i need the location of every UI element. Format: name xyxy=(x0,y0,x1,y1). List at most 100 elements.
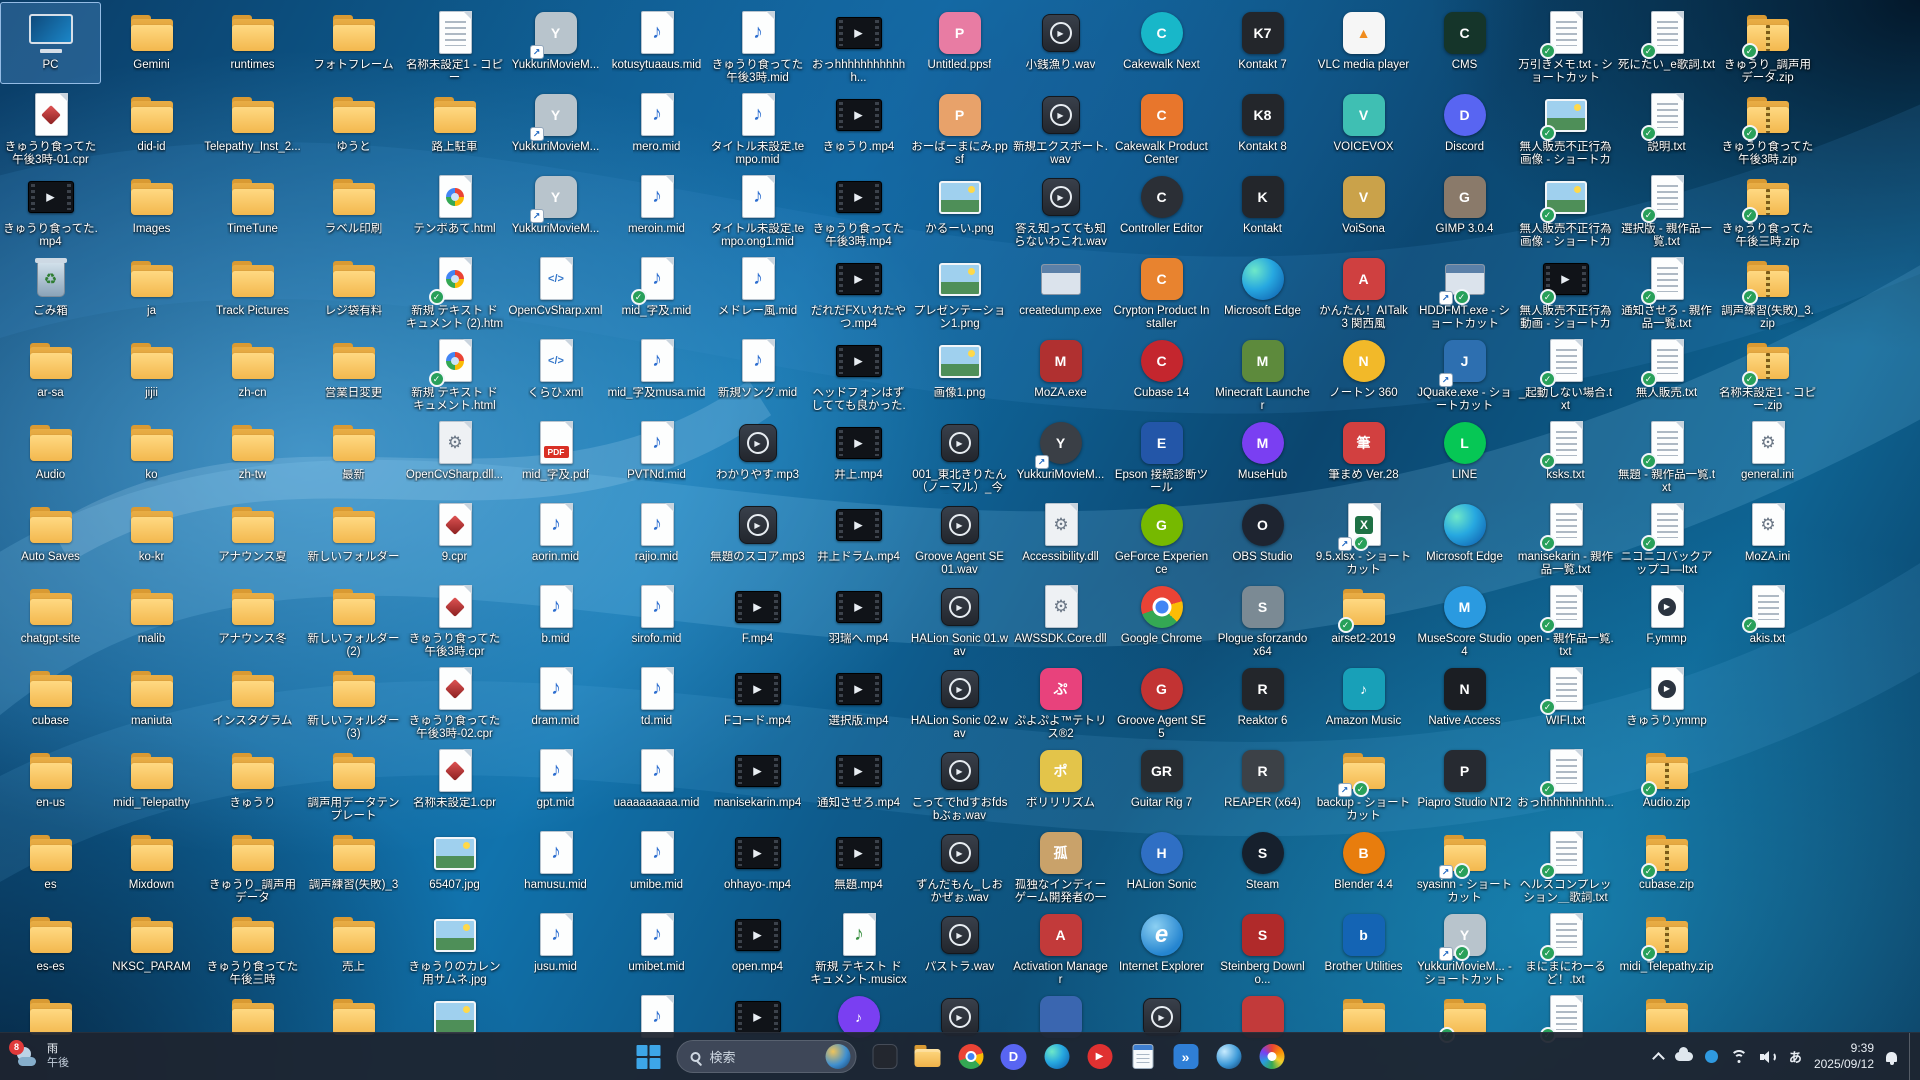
bluetooth-icon[interactable] xyxy=(1704,1050,1718,1063)
desktop-icon[interactable]: ▶ HALion Sonic 01.wav xyxy=(909,576,1010,658)
desktop-icon[interactable]: ✓ ヘルスコンプレッション＿歌詞.txt xyxy=(1515,822,1616,904)
desktop-icon[interactable]: Auto Saves xyxy=(0,494,101,576)
desktop-icon[interactable]: ✓ 新規 テキスト ドキュメント.html xyxy=(404,330,505,412)
desktop-icon[interactable]: P おーばーまにみ.ppsf xyxy=(909,84,1010,166)
desktop-icon[interactable]: Telepathy_Inst_2... xyxy=(202,84,303,166)
search-box[interactable]: 検索 xyxy=(676,1040,857,1073)
desktop-icon[interactable]: S Steinberg Downlo... xyxy=(1212,904,1313,986)
desktop-icon[interactable]: chatgpt-site xyxy=(0,576,101,658)
desktop-icon[interactable]: 9.cpr xyxy=(404,494,505,576)
desktop-icon[interactable]: ぷぷよぷよ™テトリス®2 xyxy=(1010,658,1111,740)
desktop-icon[interactable]: Gemini xyxy=(101,2,202,84)
desktop-icon[interactable]: ♪ 新規ソング.mid xyxy=(707,330,808,412)
desktop-icon[interactable]: ♪ gpt.mid xyxy=(505,740,606,822)
desktop-icon[interactable]: 調声用データテンプレート xyxy=(303,740,404,822)
desktop-icon[interactable]: e Internet Explorer xyxy=(1111,904,1212,986)
desktop-icon[interactable]: runtimes xyxy=(202,2,303,84)
desktop-icon[interactable]: 路上駐車 xyxy=(404,84,505,166)
desktop-icon[interactable]: ♪ PVTNd.mid xyxy=(606,412,707,494)
google-chrome[interactable] xyxy=(951,1037,991,1077)
desktop-icon[interactable]: ↗ ✓ HDDFMT.exe - ショートカット xyxy=(1414,248,1515,330)
desktop-icon[interactable]: ▶ きゅうり食ってた午後3時.mp4 xyxy=(808,166,909,248)
ime-indicator[interactable]: あ xyxy=(1789,1047,1802,1066)
desktop-icon[interactable]: ✓ airset2-2019 xyxy=(1313,576,1414,658)
desktop-icon[interactable]: Microsoft Edge xyxy=(1414,494,1515,576)
desktop-icon[interactable]: ▶ 井上.mp4 xyxy=(808,412,909,494)
desktop-icon[interactable]: フォトフレーム xyxy=(303,2,404,84)
desktop-icon[interactable]: ⚙ MoZA.ini xyxy=(1717,494,1818,576)
desktop-icon[interactable]: Y ↗ YukkuriMovieM... xyxy=(505,166,606,248)
desktop-icon[interactable]: M Minecraft Launcher xyxy=(1212,330,1313,412)
desktop-icon[interactable]: S Steam xyxy=(1212,822,1313,904)
desktop-icon[interactable]: L LINE xyxy=(1414,412,1515,494)
pinned-dark-app[interactable] xyxy=(865,1037,905,1077)
desktop-icon[interactable]: ポポリリリズム xyxy=(1010,740,1111,822)
desktop-icon[interactable]: ▶ 答え知ってても知らないわこれ.wav xyxy=(1010,166,1111,248)
desktop-icon[interactable]: ko xyxy=(101,412,202,494)
desktop-icon[interactable]: A かんたん！AITalk 3 関西風 xyxy=(1313,248,1414,330)
desktop-icon[interactable]: ▶ Fコード.mp4 xyxy=(707,658,808,740)
desktop-icon[interactable]: es-es xyxy=(0,904,101,986)
desktop-icon[interactable]: ✓ open - 親作品一覧.txt xyxy=(1515,576,1616,658)
desktop-icon[interactable]: E Epson 接続診断ツール xyxy=(1111,412,1212,494)
desktop-icon[interactable]: ✓ きゅうり食ってた午後三時.zip xyxy=(1717,166,1818,248)
desktop-icon[interactable]: K Kontakt xyxy=(1212,166,1313,248)
desktop-icon[interactable]: 新しいフォルダー (2) xyxy=(303,576,404,658)
desktop-icon[interactable]: 画像1.png xyxy=(909,330,1010,412)
desktop-icon[interactable]: midi_Telepathy xyxy=(101,740,202,822)
discord[interactable] xyxy=(994,1037,1034,1077)
desktop-icon[interactable]: 売上 xyxy=(303,904,404,986)
desktop-icon[interactable]: ♪ meroin.mid xyxy=(606,166,707,248)
desktop-icon[interactable]: ✓ midi_Telepathy.zip xyxy=(1616,904,1717,986)
desktop-icon[interactable]: ♪ きゅうり食ってた午後3時.mid xyxy=(707,2,808,84)
desktop-icon[interactable]: ♪ umibe.mid xyxy=(606,822,707,904)
desktop-icon[interactable]: ♪ mero.mid xyxy=(606,84,707,166)
desktop-icon[interactable]: ♪ sirofo.mid xyxy=(606,576,707,658)
desktop-icon[interactable]: かるーい.png xyxy=(909,166,1010,248)
desktop-icon[interactable]: インスタグラム xyxy=(202,658,303,740)
desktop-icon[interactable]: ♪ aorin.mid xyxy=(505,494,606,576)
desktop-icon[interactable]: ♪ b.mid xyxy=(505,576,606,658)
desktop-icon[interactable]: </> くらひ.xml xyxy=(505,330,606,412)
desktop-icon[interactable]: ▶ 無題のスコア.mp3 xyxy=(707,494,808,576)
desktop-icon[interactable]: ✓ cubase.zip xyxy=(1616,822,1717,904)
desktop-icon[interactable]: ♪ dram.mid xyxy=(505,658,606,740)
desktop-icon[interactable]: ♪ jusu.mid xyxy=(505,904,606,986)
desktop-icon[interactable]: ▶ 小銭漁り.wav xyxy=(1010,2,1111,84)
desktop-icon[interactable]: ✓ Audio.zip xyxy=(1616,740,1717,822)
media-player[interactable] xyxy=(1080,1037,1120,1077)
desktop-icon[interactable]: ▶ きゅうり食ってた.mp4 xyxy=(0,166,101,248)
file-explorer[interactable] xyxy=(908,1037,948,1077)
desktop-icon[interactable]: きゅうり_調声用データ xyxy=(202,822,303,904)
desktop-icon[interactable]: ▶ ヘッドフォンはずしてても良かった.mp4 xyxy=(808,330,909,412)
desktop-icon[interactable]: ▶ 羽瑞へ.mp4 xyxy=(808,576,909,658)
desktop-icon[interactable]: ▶ ずんだもん_しおかぜぉ.wav xyxy=(909,822,1010,904)
hidden-icons-chevron[interactable] xyxy=(1652,1051,1665,1065)
desktop-icon[interactable]: en-us xyxy=(0,740,101,822)
desktop-icon[interactable]: ▶ F.ymmp xyxy=(1616,576,1717,658)
desktop-icon[interactable]: きゅうり xyxy=(202,740,303,822)
desktop-icon[interactable]: D Discord xyxy=(1414,84,1515,166)
desktop-icon[interactable]: PDF mid_字及.pdf xyxy=(505,412,606,494)
desktop-icon[interactable]: PC xyxy=(0,2,101,84)
desktop-icon[interactable]: S Plogue sforzando x64 xyxy=(1212,576,1313,658)
desktop-icon[interactable]: 新しいフォルダー xyxy=(303,494,404,576)
desktop-icon[interactable]: ✓ ニコニコバックアップコ―Itxt xyxy=(1616,494,1717,576)
desktop-icon[interactable]: ▶ open.mp4 xyxy=(707,904,808,986)
desktop-icon[interactable]: ♪ タイトル未設定.tempo.ong1.mid xyxy=(707,166,808,248)
desktop-icon[interactable]: NKSC_PARAM xyxy=(101,904,202,986)
notepad[interactable] xyxy=(1123,1037,1163,1077)
desktop-icon[interactable]: きゅうり食ってた午後3時-01.cpr xyxy=(0,84,101,166)
desktop-icon[interactable]: K8 Kontakt 8 xyxy=(1212,84,1313,166)
desktop-icon[interactable]: did-id xyxy=(101,84,202,166)
desktop-icon[interactable]: ✓ 無人販売.txt xyxy=(1616,330,1717,412)
desktop-icon[interactable]: ✓無人販売不正行為画像 - ショートカット xyxy=(1515,166,1616,248)
desktop-icon[interactable]: K7 Kontakt 7 xyxy=(1212,2,1313,84)
steinberg-app[interactable] xyxy=(1166,1037,1206,1077)
desktop-icon[interactable]: Audio xyxy=(0,412,101,494)
desktop-icon[interactable]: ✓ きゅうり食ってた午後3時.zip xyxy=(1717,84,1818,166)
desktop-icon[interactable]: ✓ WIFI.txt xyxy=(1515,658,1616,740)
desktop-icon[interactable]: V VoiSona xyxy=(1313,166,1414,248)
desktop-icon[interactable]: きゅうり食ってた午後3時.cpr xyxy=(404,576,505,658)
desktop-icon[interactable]: C Controller Editor xyxy=(1111,166,1212,248)
